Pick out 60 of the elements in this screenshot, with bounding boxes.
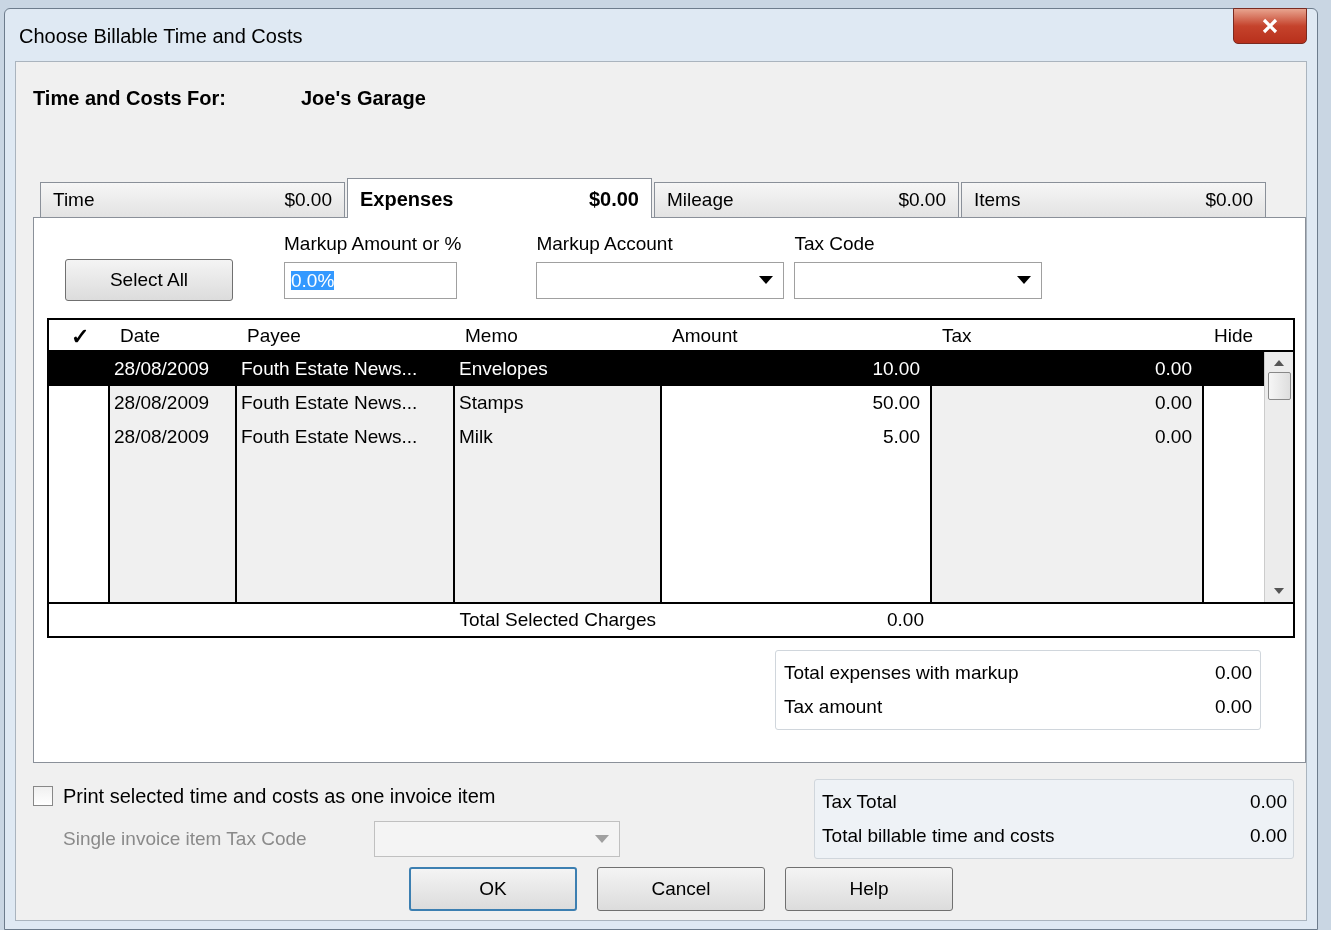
checkbox[interactable] [33,786,53,806]
summary-value: 0.00 [1250,824,1287,848]
dialog-button[interactable]: Cancel [597,867,765,911]
close-button[interactable] [1233,8,1307,44]
column-header: Hide [1213,324,1255,349]
table-cell[interactable]: 0.00 [932,420,1204,454]
customer-label: Time and Costs For: [33,86,227,111]
table-cell[interactable]: 0.00 [932,386,1204,420]
select-all-button[interactable]: Select All [65,259,233,301]
field-label: Tax Code [794,232,876,256]
field-label: Markup Amount or % [284,232,462,256]
column-header: Tax [941,324,973,349]
scrollbar-thumb[interactable] [1267,372,1291,400]
field-label: Single invoice item Tax Code [63,826,308,851]
markup-account-dropdown[interactable] [536,261,785,299]
table-cell[interactable]: Stamps [455,386,662,420]
summary-value: 0.00 [1250,789,1287,814]
table-cell[interactable]: 28/08/2009 [110,420,237,454]
column-header: Payee [246,324,302,349]
table-cell[interactable] [49,352,110,386]
table-cell[interactable]: 28/08/2009 [110,386,237,420]
dropdown-arrow-icon [595,835,609,843]
close-icon [1261,18,1279,34]
table-cell[interactable]: 28/08/2009 [110,352,237,386]
column-header: Amount [671,324,739,349]
tab[interactable]: Mileage $0.00 [654,182,959,218]
total-label: Total Selected Charges [458,607,657,632]
scroll-down-icon [1274,588,1284,594]
table-cell[interactable]: 10.00 [662,352,932,386]
customer-name: Joe's Garage [301,86,426,111]
table-cell[interactable]: Envelopes [455,352,662,386]
summary-label: Tax Total [822,789,897,814]
dialog-button[interactable]: OK [409,867,577,911]
tab[interactable]: Expenses $0.00 [347,178,652,218]
table-cell[interactable]: Fouth Estate News... [237,420,455,454]
column-header: Date [119,324,162,349]
summary-label: Tax amount [784,695,883,719]
summary-value: 0.00 [1215,660,1252,685]
window-title: Choose Billable Time and Costs [19,24,303,49]
total-value: 0.00 [886,607,925,632]
summary-label: Total expenses with markup [784,660,1019,685]
summary-label: Total billable time and costs [822,824,1055,848]
table-cell[interactable] [1204,352,1264,386]
table-cell[interactable]: Fouth Estate News... [237,352,455,386]
dropdown-arrow-icon [759,276,774,284]
table-cell[interactable]: Fouth Estate News... [237,386,455,420]
tab[interactable]: Time $0.00 [40,182,345,218]
field-label: Markup Account [536,232,674,256]
column-header: Memo [464,324,519,349]
scroll-up-icon [1274,360,1284,366]
checkbox-label: Print selected time and costs as one invoice item [63,784,496,809]
tab[interactable]: Items $0.00 [961,182,1266,218]
scrollbar[interactable] [1264,352,1293,602]
tax-code-dropdown[interactable] [794,261,1043,299]
dropdown-arrow-icon [1017,276,1032,284]
dialog-button[interactable]: Help [785,867,953,911]
column-header: ✓ [69,323,90,351]
table-cell[interactable]: 0.00 [932,352,1204,386]
table-cell[interactable]: Milk [455,420,662,454]
summary-value: 0.00 [1215,695,1252,719]
